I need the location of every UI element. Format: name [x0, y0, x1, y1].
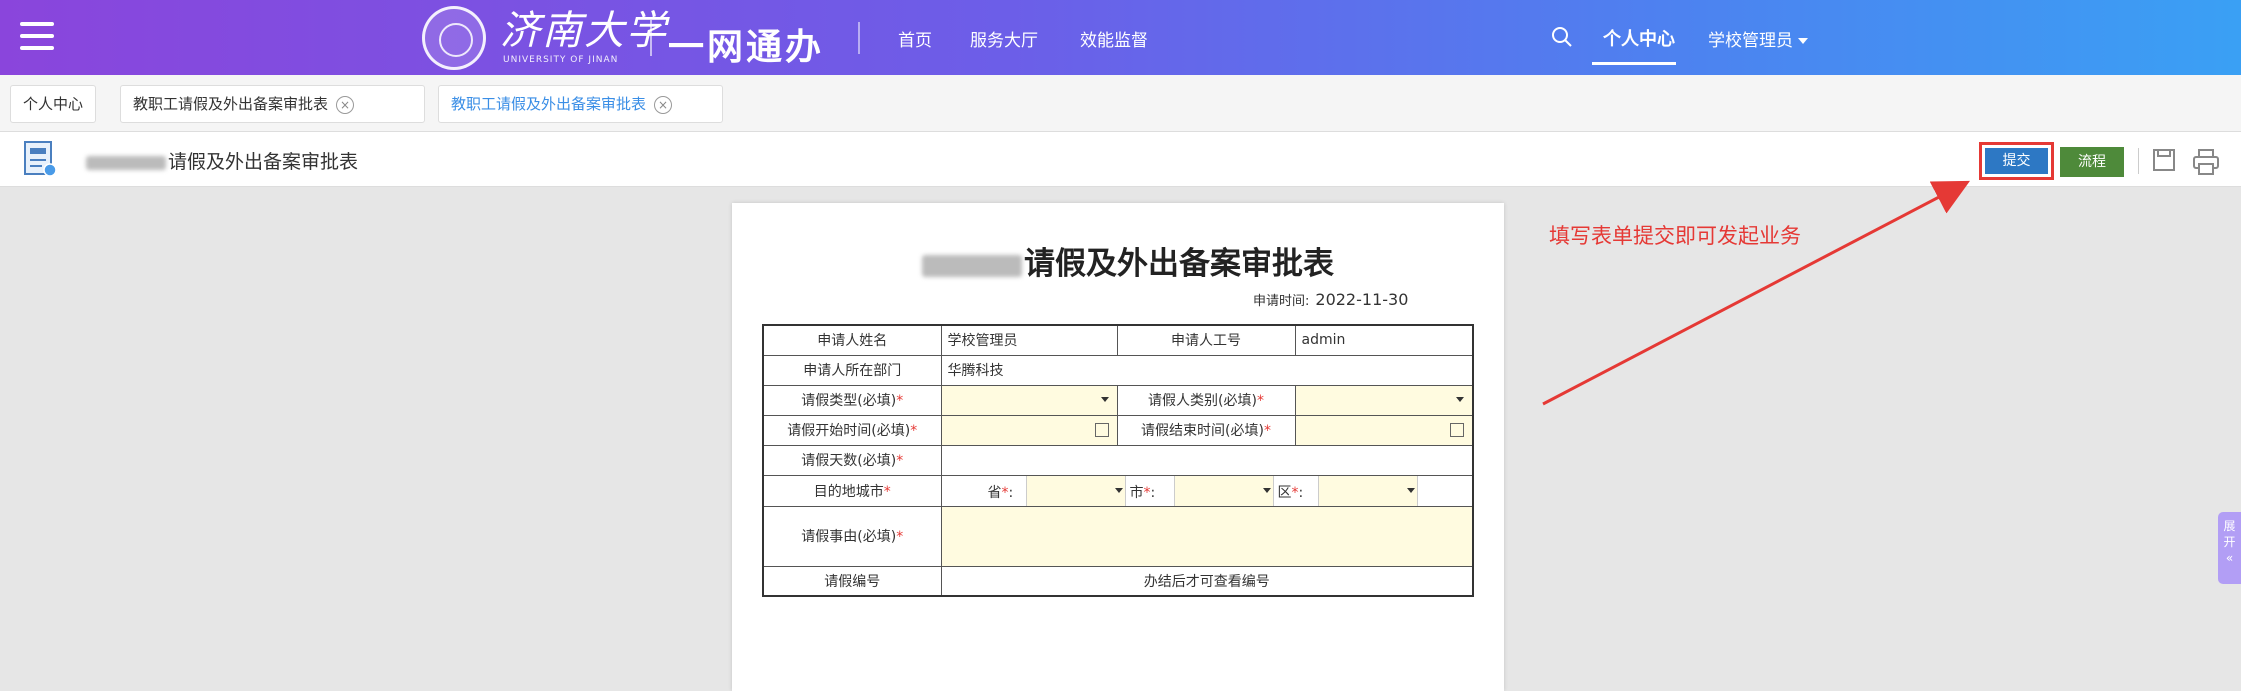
logo-divider — [650, 20, 652, 56]
chevron-down-icon — [1456, 396, 1464, 402]
toolbar-title: 请假及外出备案审批表 — [86, 147, 358, 174]
applicant-category-label: 请假人类别(必填)* — [1116, 384, 1296, 416]
submit-button[interactable]: 提交 — [1979, 142, 2054, 180]
search-icon[interactable] — [1551, 26, 1573, 48]
submit-button-label: 提交 — [1985, 148, 2048, 174]
print-icon[interactable] — [2192, 148, 2220, 176]
number-hint: 办结后才可查看编号 — [940, 565, 1474, 597]
close-icon[interactable]: × — [336, 95, 355, 114]
page-tab-label: 教职工请假及外出备案审批表 — [133, 95, 329, 113]
department-label: 申请人所在部门 — [762, 354, 942, 386]
page-tab-label: 教职工请假及外出备案审批表 — [451, 95, 647, 113]
city-label: 市*: — [1129, 484, 1156, 501]
leave-type-label: 请假类型(必填)* — [762, 384, 942, 416]
days-input[interactable] — [940, 444, 1474, 476]
form-title: 请假及外出备案审批表 — [922, 238, 1334, 283]
form-toolbar: 请假及外出备案审批表 提交 流程 — [0, 132, 2241, 187]
start-time-label: 请假开始时间(必填)* — [762, 414, 942, 446]
close-icon[interactable]: × — [654, 95, 673, 114]
applicant-name-value: 学校管理员 — [940, 324, 1118, 356]
nav-divider — [858, 22, 860, 54]
calendar-icon[interactable] — [1094, 422, 1109, 437]
hamburger-menu-icon[interactable] — [20, 22, 54, 50]
applicant-id-value: admin — [1294, 324, 1474, 356]
user-menu-label: 学校管理员 — [1708, 31, 1793, 51]
province-label: 省*: — [987, 484, 1014, 501]
chevron-down-icon — [1114, 487, 1123, 493]
nav-home[interactable]: 首页 — [898, 26, 932, 51]
end-time-input[interactable] — [1294, 414, 1474, 446]
reason-textarea[interactable] — [940, 505, 1474, 567]
flow-button[interactable]: 流程 — [2060, 147, 2124, 177]
university-sub-name: UNIVERSITY OF JINAN — [503, 55, 619, 65]
save-icon[interactable] — [2152, 148, 2176, 172]
leave-form-table: 申请人姓名 学校管理员 申请人工号 admin 申请人所在部门 华腾科技 请假类… — [762, 324, 1474, 597]
user-menu[interactable]: 学校管理员 — [1708, 26, 1808, 51]
applicant-id-label: 申请人工号 — [1116, 324, 1296, 356]
applicant-name-label: 申请人姓名 — [762, 324, 942, 356]
reason-label: 请假事由(必填)* — [762, 505, 942, 567]
city-select[interactable] — [1173, 475, 1274, 506]
province-select[interactable] — [1025, 475, 1126, 506]
page-tab-leave-form-2[interactable]: 教职工请假及外出备案审批表 × — [438, 85, 723, 123]
department-value: 华腾科技 — [940, 354, 1474, 386]
start-time-input[interactable] — [940, 414, 1118, 446]
top-navbar: 济南大学 UNIVERSITY OF JINAN 一网通办 首页 服务大厅 效能… — [0, 0, 2241, 75]
page-tab-label: 个人中心 — [23, 95, 84, 113]
end-time-label: 请假结束时间(必填)* — [1116, 414, 1296, 446]
university-seal-logo — [422, 6, 486, 70]
active-tab-underline — [1592, 62, 1676, 65]
form-document-icon — [24, 141, 57, 177]
calendar-icon[interactable] — [1450, 422, 1464, 437]
product-name: 一网通办 — [668, 27, 825, 68]
toolbar-divider — [2138, 148, 2139, 174]
redacted-text — [922, 254, 1022, 277]
apply-time: 申请时间: 2022-11-30 — [1253, 290, 1409, 309]
chevron-down-icon — [1406, 487, 1415, 493]
page-tab-leave-form-1[interactable]: 教职工请假及外出备案审批表 × — [120, 85, 425, 123]
nav-efficiency[interactable]: 效能监督 — [1080, 26, 1148, 51]
destination-label: 目的地城市* — [762, 474, 942, 507]
number-label: 请假编号 — [762, 565, 942, 597]
applicant-category-select[interactable] — [1294, 384, 1474, 416]
chevron-down-icon — [1100, 396, 1109, 402]
destination-cell: 省*: 市*: 区*: — [940, 474, 1474, 507]
page-tab-personal-center[interactable]: 个人中心 — [10, 85, 97, 123]
district-label: 区*: — [1277, 484, 1304, 501]
tab-personal-center[interactable]: 个人中心 — [1603, 25, 1675, 51]
side-expand-tab[interactable]: 展开 « — [2218, 512, 2241, 584]
annotation-text: 填写表单提交即可发起业务 — [1549, 224, 1801, 248]
leave-type-select[interactable] — [940, 384, 1118, 416]
days-label: 请假天数(必填)* — [762, 444, 942, 476]
page-tabs-bar: 个人中心 教职工请假及外出备案审批表 × 教职工请假及外出备案审批表 × — [0, 75, 2241, 132]
redacted-text — [86, 155, 166, 170]
district-select[interactable] — [1317, 475, 1418, 506]
chevron-down-icon — [1798, 38, 1808, 44]
nav-service-hall[interactable]: 服务大厅 — [970, 26, 1038, 51]
chevron-down-icon — [1262, 487, 1271, 493]
university-name: 济南大学 — [500, 8, 668, 54]
